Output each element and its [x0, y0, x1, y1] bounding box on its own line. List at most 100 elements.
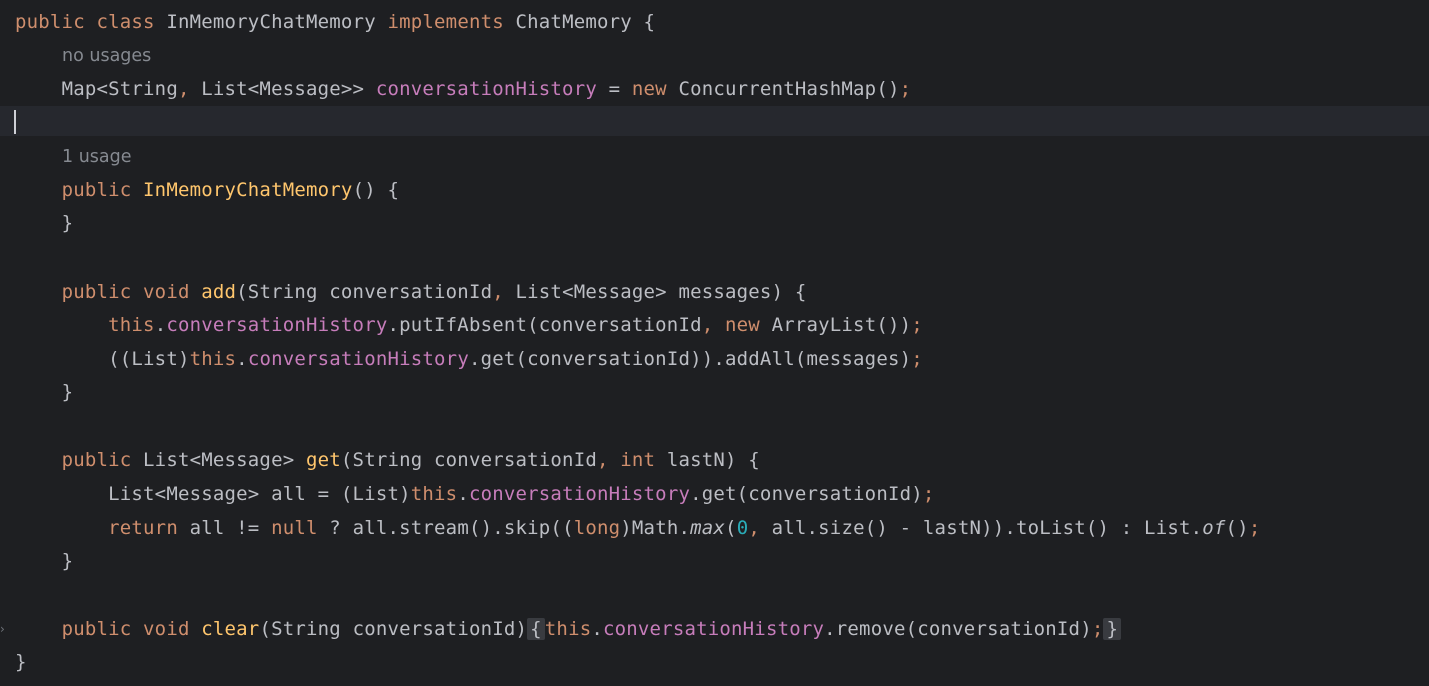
- comma: ,: [492, 281, 504, 303]
- paren: (: [725, 517, 737, 539]
- static-method-max[interactable]: max: [690, 517, 725, 539]
- fold-chevron-icon[interactable]: ›: [0, 623, 5, 635]
- keyword-this: this: [189, 348, 237, 370]
- method-name-get[interactable]: get: [306, 449, 341, 471]
- keyword-int: int: [620, 449, 656, 471]
- closing-brace: }: [61, 550, 74, 572]
- code-line-get-declaration[interactable]: public List<Message> get(String conversa…: [0, 445, 1429, 475]
- code-line-get-close[interactable]: }: [0, 546, 1429, 576]
- params: List<Message> messages) {: [503, 281, 807, 303]
- usages-hint[interactable]: 1 usage: [62, 142, 132, 172]
- semicolon: ;: [899, 78, 912, 100]
- code-line-add-close[interactable]: }: [0, 377, 1429, 407]
- keyword-void: void: [143, 281, 190, 303]
- keyword-public: public: [61, 179, 132, 201]
- code-line-add-body-1[interactable]: this.conversationHistory.putIfAbsent(con…: [0, 310, 1429, 340]
- keyword-public: public: [15, 11, 85, 33]
- keyword-class: class: [96, 11, 155, 33]
- method-name-add[interactable]: add: [201, 281, 236, 303]
- semicolon: ;: [1248, 517, 1261, 539]
- closing-brace: }: [61, 381, 74, 403]
- dot: .: [457, 483, 469, 505]
- inlay-hint-constructor-usages[interactable]: 1 usage: [0, 142, 1429, 172]
- keyword-implements: implements: [387, 11, 504, 33]
- keyword-this: this: [410, 483, 458, 505]
- keyword-long: long: [573, 517, 621, 539]
- keyword-public: public: [61, 449, 132, 471]
- semicolon: ;: [911, 314, 923, 336]
- keyword-void: void: [143, 618, 190, 640]
- code-line-add-body-2[interactable]: ((List)this.conversationHistory.get(conv…: [0, 344, 1429, 374]
- field-type: Map<String: [61, 78, 178, 100]
- keyword-new: new: [631, 78, 667, 100]
- code-line-get-body-1[interactable]: List<Message> all = (List)this.conversat…: [0, 479, 1429, 509]
- text-caret: [14, 110, 16, 134]
- constructor-call: ArrayList()): [759, 314, 912, 336]
- code-line-constructor-declaration[interactable]: public InMemoryChatMemory() {: [0, 175, 1429, 205]
- comma: ,: [748, 517, 760, 539]
- field-conversation-history[interactable]: conversationHistory: [248, 348, 469, 370]
- interface-name[interactable]: ChatMemory {: [516, 11, 656, 33]
- keyword-this: this: [544, 618, 592, 640]
- keyword-new: new: [725, 314, 760, 336]
- code-editor[interactable]: public class InMemoryChatMemory implemen…: [0, 0, 1429, 686]
- assign-operator: =: [596, 78, 632, 100]
- usages-hint[interactable]: no usages: [62, 41, 151, 71]
- class-name[interactable]: InMemoryChatMemory: [166, 11, 376, 33]
- constructor-name[interactable]: InMemoryChatMemory: [143, 179, 353, 201]
- number-literal: 0: [736, 517, 749, 539]
- params: (String conversationId): [259, 618, 528, 640]
- dot: .: [591, 618, 603, 640]
- expression: all.size() - lastN)).toList() : List.: [759, 517, 1203, 539]
- comma: ,: [701, 314, 714, 336]
- method-call: .putIfAbsent(conversationId: [387, 314, 702, 336]
- code-line-clear-declaration[interactable]: › public void clear(String conversationI…: [0, 614, 1429, 644]
- paren: (): [1225, 517, 1249, 539]
- cast: ((List): [108, 348, 190, 370]
- field-conversation-history[interactable]: conversationHistory: [376, 78, 597, 100]
- folded-brace-close[interactable]: }: [1103, 618, 1122, 640]
- code-line-current-empty[interactable]: [0, 106, 1429, 136]
- field-conversation-history[interactable]: conversationHistory: [166, 314, 387, 336]
- code-line-add-declaration[interactable]: public void add(String conversationId, L…: [0, 277, 1429, 307]
- constructor-params: () {: [352, 179, 400, 201]
- folded-brace-open[interactable]: {: [527, 618, 545, 640]
- params: (String conversationId: [340, 449, 597, 471]
- field-conversation-history[interactable]: conversationHistory: [469, 483, 690, 505]
- comma: ,: [177, 78, 190, 100]
- static-method-of[interactable]: of: [1202, 517, 1225, 539]
- inlay-hint-field-usages[interactable]: no usages: [0, 41, 1429, 71]
- expression: )Math.: [620, 517, 691, 539]
- local-declaration: List<Message> all = (List): [108, 483, 411, 505]
- keyword-public: public: [61, 281, 132, 303]
- semicolon: ;: [1091, 618, 1104, 640]
- comma: ,: [596, 449, 609, 471]
- method-call: .get(conversationId): [690, 483, 923, 505]
- params: lastN) {: [655, 449, 760, 471]
- closing-brace: }: [61, 212, 74, 234]
- keyword-this: this: [108, 314, 155, 336]
- params: (String conversationId: [236, 281, 493, 303]
- dot: .: [154, 314, 167, 336]
- code-line-class-close[interactable]: }: [0, 647, 1429, 677]
- semicolon: ;: [911, 348, 923, 370]
- code-line-class-declaration[interactable]: public class InMemoryChatMemory implemen…: [0, 7, 1429, 37]
- code-line-field-declaration[interactable]: Map<String, List<Message>> conversationH…: [0, 74, 1429, 104]
- semicolon: ;: [922, 483, 935, 505]
- method-name-clear[interactable]: clear: [201, 618, 259, 640]
- method-call: .get(conversationId)).addAll(messages): [468, 348, 912, 370]
- method-call: .remove(conversationId): [824, 618, 1092, 640]
- keyword-null: null: [271, 517, 318, 539]
- field-conversation-history[interactable]: conversationHistory: [603, 618, 824, 640]
- code-line-constructor-close[interactable]: }: [0, 208, 1429, 238]
- constructor-call: ConcurrentHashMap(): [666, 78, 900, 100]
- expression: all !=: [177, 517, 272, 539]
- keyword-return: return: [108, 517, 178, 539]
- code-line-get-body-2[interactable]: return all != null ? all.stream().skip((…: [0, 513, 1429, 543]
- dot: .: [236, 348, 248, 370]
- closing-brace: }: [15, 651, 27, 673]
- keyword-public: public: [61, 618, 132, 640]
- field-type-generic: List<Message>>: [189, 78, 376, 100]
- expression: ? all.stream().skip((: [317, 517, 574, 539]
- return-type: List<Message>: [131, 449, 306, 471]
